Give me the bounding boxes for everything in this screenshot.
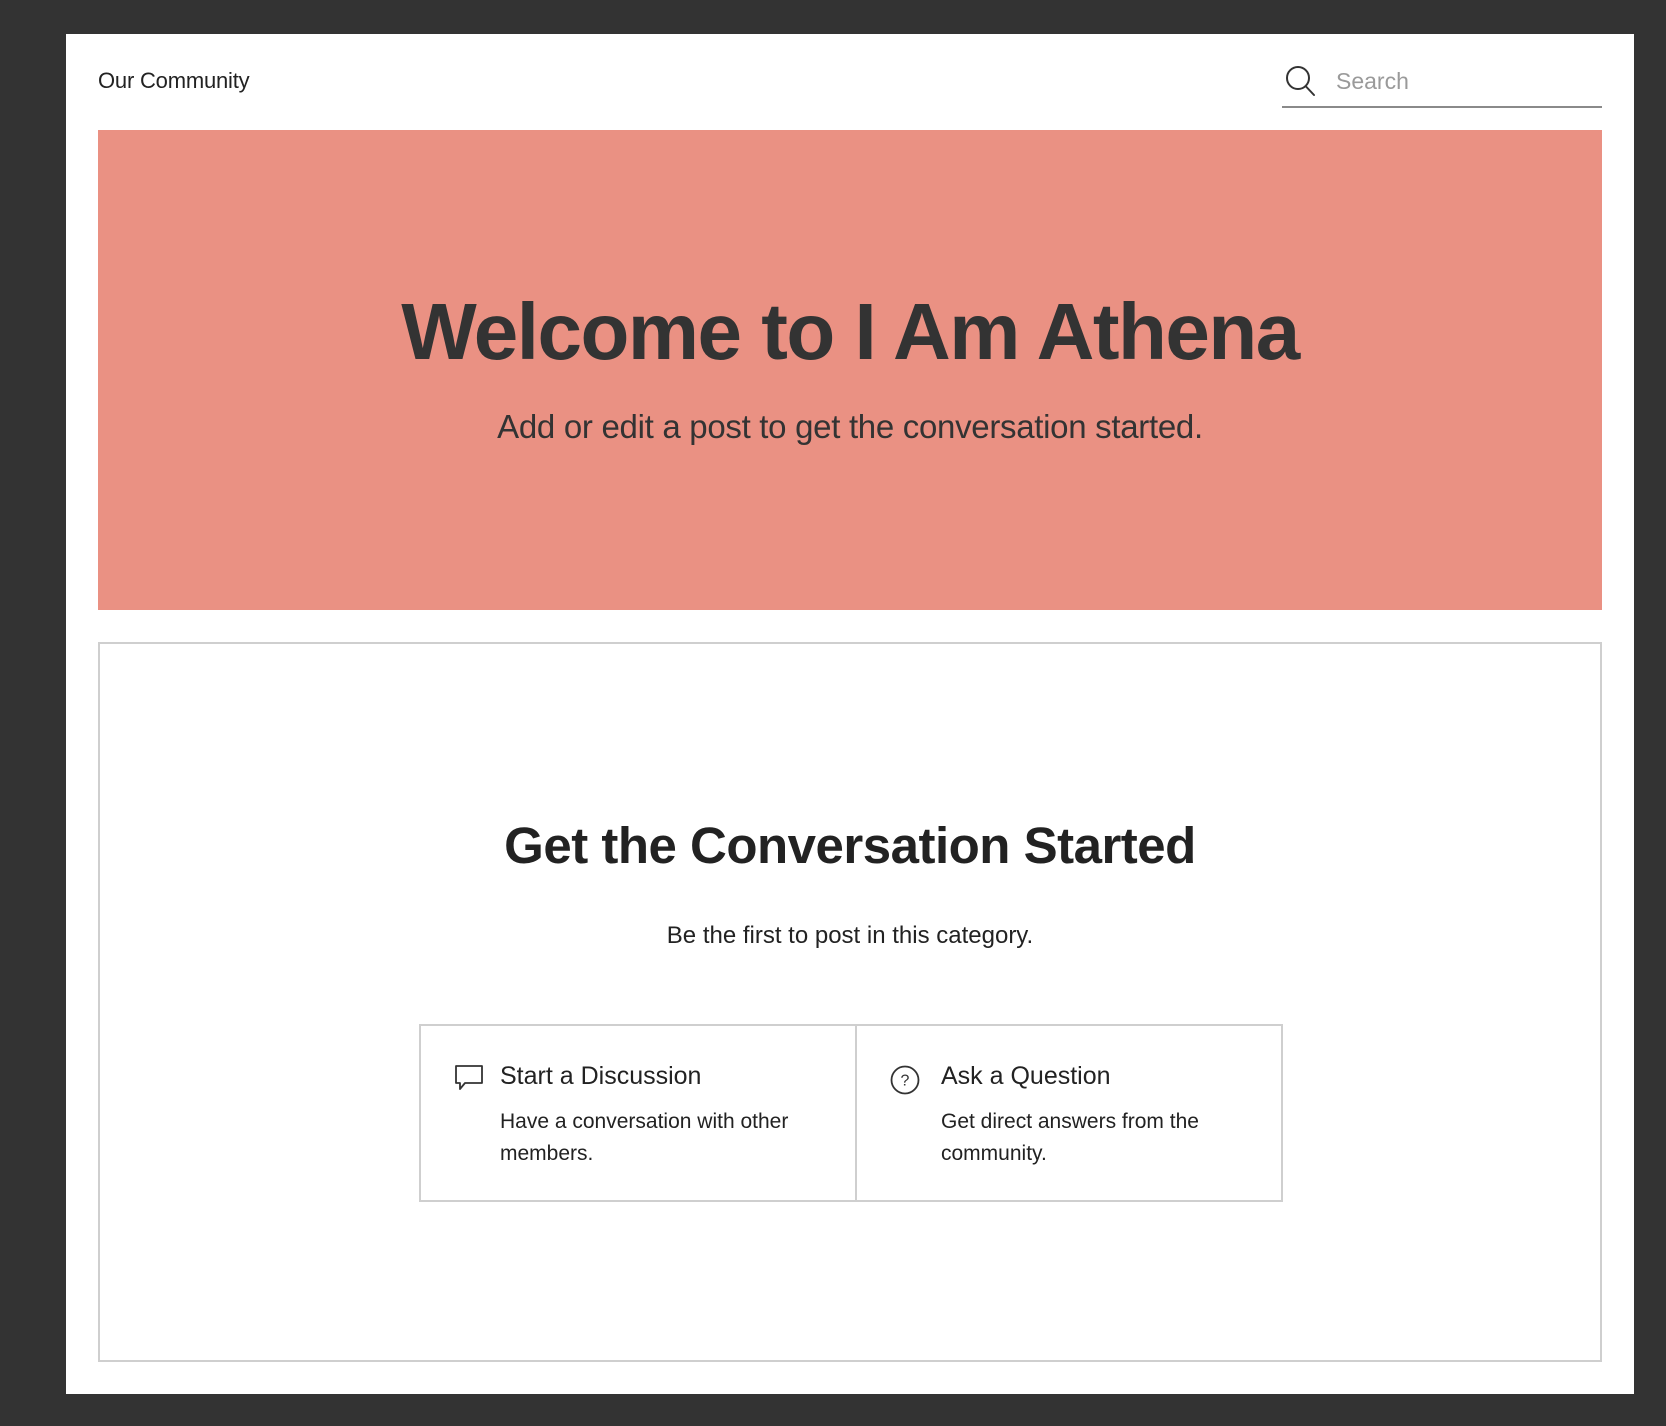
site-name[interactable]: Our Community <box>98 68 250 94</box>
search-icon[interactable] <box>1284 64 1316 98</box>
empty-state-panel: Get the Conversation Started Be the firs… <box>98 642 1602 1362</box>
svg-text:?: ? <box>901 1073 910 1090</box>
question-circle-icon: ? <box>889 1064 921 1096</box>
start-discussion-description: Have a conversation with other members. <box>500 1110 789 1165</box>
ask-question-description: Get direct answers from the community. <box>941 1110 1199 1165</box>
post-type-options: Start a Discussion Have a conversation w… <box>419 1024 1283 1202</box>
community-page: Our Community Welcome to I Am Athena Add… <box>66 34 1634 1394</box>
start-discussion-label: Start a Discussion <box>500 1062 702 1090</box>
start-discussion-button[interactable]: Start a Discussion Have a conversation w… <box>421 1026 857 1200</box>
hero-banner: Welcome to I Am Athena Add or edit a pos… <box>98 130 1602 610</box>
chat-bubble-icon <box>453 1062 485 1094</box>
ask-question-button[interactable]: ? Ask a Question Get direct answers from… <box>857 1026 1281 1200</box>
ask-question-label: Ask a Question <box>941 1062 1111 1090</box>
empty-state-subtitle: Be the first to post in this category. <box>666 922 1034 949</box>
search-input[interactable] <box>1336 64 1598 98</box>
search-bar[interactable] <box>1282 64 1602 108</box>
empty-state-title: Get the Conversation Started <box>504 817 1196 874</box>
hero-title: Welcome to I Am Athena <box>401 287 1300 376</box>
hero-subtitle: Add or edit a post to get the conversati… <box>497 408 1203 445</box>
top-bar: Our Community <box>98 34 1602 130</box>
